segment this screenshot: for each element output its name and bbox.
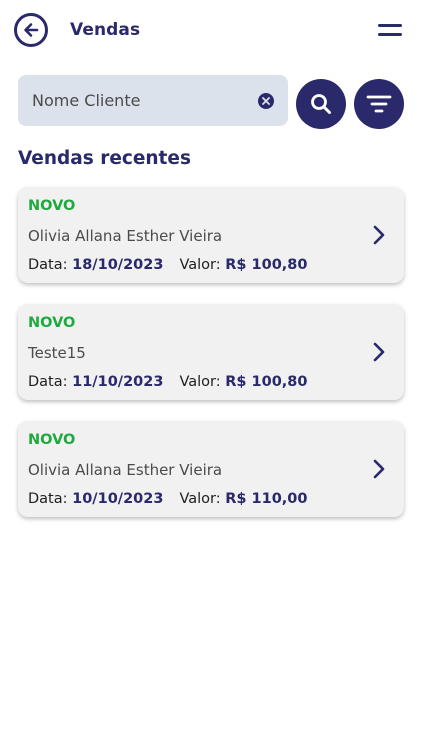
date-label: Data: <box>28 491 68 507</box>
clear-icon <box>262 96 270 105</box>
sale-meta: Data: 11/10/2023 Valor: R$ 100,80 <box>28 374 307 390</box>
sale-value: R$ 110,00 <box>225 491 308 507</box>
status-badge: NOVO <box>28 315 76 331</box>
back-button[interactable] <box>14 13 48 47</box>
chevron-right-icon[interactable] <box>371 457 387 481</box>
sale-meta: Data: 18/10/2023 Valor: R$ 100,80 <box>28 257 307 273</box>
client-name: Teste15 <box>28 344 86 362</box>
status-badge: NOVO <box>28 432 76 448</box>
sale-card[interactable]: NOVO Olivia Allana Esther Vieira Data: 1… <box>18 187 404 283</box>
chevron-right-icon[interactable] <box>371 223 387 247</box>
value-label: Valor: <box>179 491 221 507</box>
search-box <box>18 75 288 126</box>
filter-button[interactable] <box>354 79 404 129</box>
sale-date: 11/10/2023 <box>72 374 164 390</box>
arrow-left-icon <box>24 23 39 37</box>
clear-search-button[interactable] <box>258 92 274 109</box>
status-badge: NOVO <box>28 198 76 214</box>
section-title: Vendas recentes <box>18 148 191 169</box>
sales-list: NOVO Olivia Allana Esther Vieira Data: 1… <box>18 187 404 538</box>
client-name: Olivia Allana Esther Vieira <box>28 461 223 479</box>
sale-meta: Data: 10/10/2023 Valor: R$ 110,00 <box>28 491 307 507</box>
filter-icon <box>366 95 392 113</box>
chevron-right-icon[interactable] <box>371 340 387 364</box>
sale-card[interactable]: NOVO Teste15 Data: 11/10/2023 Valor: R$ 1… <box>18 304 404 400</box>
sale-date: 10/10/2023 <box>72 491 164 507</box>
search-input[interactable] <box>32 91 252 110</box>
sale-date: 18/10/2023 <box>72 257 164 273</box>
search-button[interactable] <box>296 79 346 129</box>
sale-card[interactable]: NOVO Olivia Allana Esther Vieira Data: 1… <box>18 421 404 517</box>
date-label: Data: <box>28 374 68 390</box>
search-icon <box>311 94 331 114</box>
client-name: Olivia Allana Esther Vieira <box>28 227 223 245</box>
sale-value: R$ 100,80 <box>225 374 308 390</box>
value-label: Valor: <box>179 374 221 390</box>
page-title: Vendas <box>70 20 141 40</box>
date-label: Data: <box>28 257 68 273</box>
sale-value: R$ 100,80 <box>225 257 308 273</box>
menu-icon <box>378 24 402 27</box>
value-label: Valor: <box>179 257 221 273</box>
menu-button[interactable] <box>378 22 404 40</box>
app-header: Vendas <box>0 0 422 64</box>
